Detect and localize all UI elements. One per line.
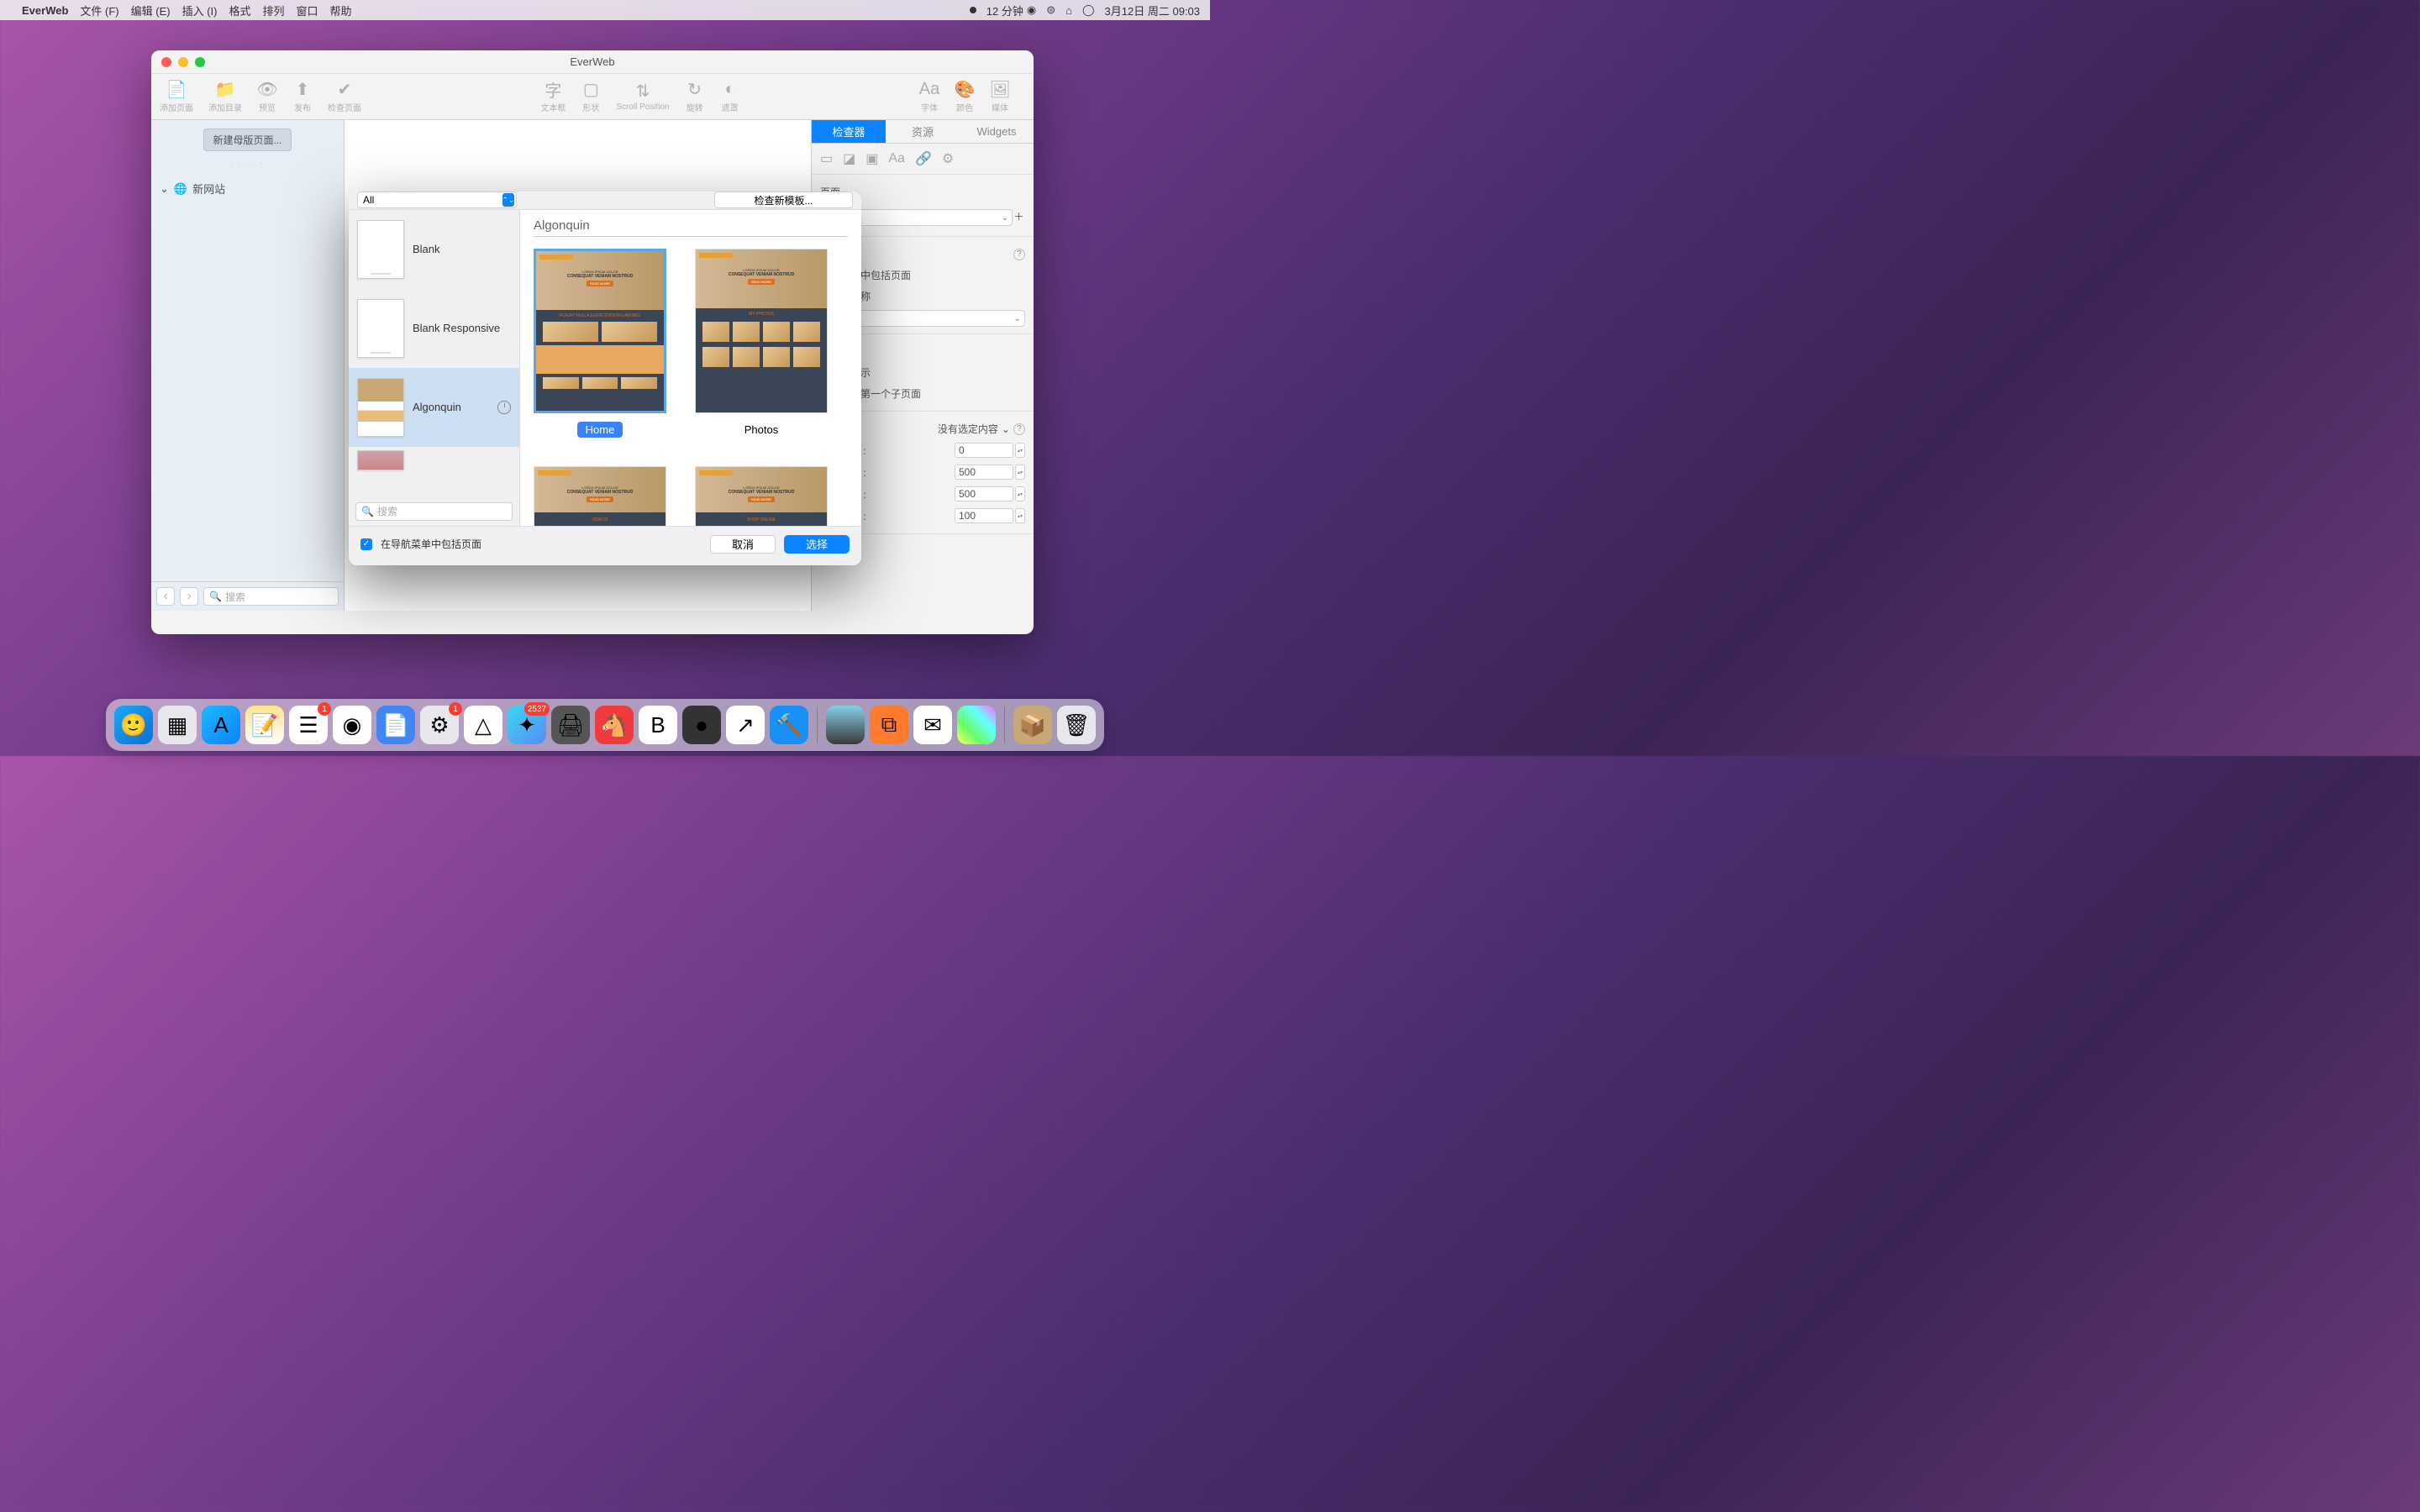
- dock-icon-photo[interactable]: [826, 706, 865, 744]
- dock: 🙂▦A📝☰1◉📄⚙1△✦2537🖨🐴B●↗🔨 ⧉✉ 📦🗑: [106, 699, 1104, 751]
- dock-icon-xcode[interactable]: 🔨: [770, 706, 808, 744]
- dock-icon-term[interactable]: ●: [682, 706, 721, 744]
- template-filter-dropdown[interactable]: All ⌃⌄: [357, 192, 517, 208]
- preview-label-home: Home: [577, 422, 623, 438]
- dock-icon-appstore[interactable]: A: [202, 706, 240, 744]
- preview-title: Algonquin: [534, 218, 848, 233]
- dock-icon-onenote[interactable]: 🐴: [595, 706, 634, 744]
- dock-icon-launchpad[interactable]: ▦: [158, 706, 197, 744]
- preview-home[interactable]: LOREM IPSUM DOLORCONSEQUAT VENIAM NOSTRU…: [534, 249, 666, 413]
- badge: 2537: [524, 702, 550, 716]
- template-item-blank-responsive[interactable]: Blank Responsive: [349, 289, 519, 368]
- dock-icon-settings[interactable]: ⚙1: [420, 706, 459, 744]
- dock-separator: [817, 706, 818, 743]
- template-picker-modal: All ⌃⌄ 检查新模板... Blank Blank Responsive: [349, 192, 861, 565]
- template-item-algonquin[interactable]: Algonquin: [349, 368, 519, 447]
- template-label: Blank: [413, 243, 511, 255]
- dock-icon-reminders[interactable]: ☰1: [289, 706, 328, 744]
- preview-photos[interactable]: LOREM IPSUM DOLORCONSEQUAT VENIAM NOSTRU…: [695, 249, 828, 413]
- preview-shop[interactable]: LOREM IPSUM DOLORCONSEQUAT VENIAM NOSTRU…: [695, 466, 828, 526]
- cancel-button[interactable]: 取消: [710, 535, 776, 554]
- dock-icon-chrome[interactable]: ◉: [333, 706, 371, 744]
- template-thumb: [357, 299, 404, 358]
- template-thumb: [357, 378, 404, 437]
- dock-icon-package[interactable]: 📦: [1013, 706, 1052, 744]
- template-label: Blank Responsive: [413, 322, 511, 334]
- dropdown-caret-icon: ⌃⌄: [502, 193, 514, 207]
- dock-icon-shortcuts[interactable]: ✦2537: [508, 706, 546, 744]
- include-nav-checkbox[interactable]: ✓: [360, 538, 372, 550]
- dock-icon-link[interactable]: ↗: [726, 706, 765, 744]
- preview-videos[interactable]: LOREM IPSUM DOLORCONSEQUAT VENIAM NOSTRU…: [534, 466, 666, 526]
- dock-icon-docs[interactable]: 📄: [376, 706, 415, 744]
- check-new-templates-button[interactable]: 检查新模板...: [714, 192, 853, 208]
- search-icon: 🔍: [361, 506, 374, 517]
- dock-icon-bold[interactable]: B: [639, 706, 677, 744]
- template-item-partial[interactable]: [349, 447, 519, 477]
- badge: 1: [318, 702, 331, 716]
- preview-label-photos: Photos: [736, 422, 786, 438]
- template-list: Blank Blank Responsive Algonquin: [349, 210, 520, 526]
- template-modal-overlay: All ⌃⌄ 检查新模板... Blank Blank Responsive: [0, 0, 1210, 756]
- template-search-input[interactable]: 🔍搜索: [355, 502, 513, 521]
- dock-icon-cloud[interactable]: △: [464, 706, 502, 744]
- include-nav-checkbox-label: 在导航菜单中包括页面: [381, 537, 481, 551]
- badge: 1: [449, 702, 462, 716]
- dock-icon-color[interactable]: [957, 706, 996, 744]
- dock-icon-trash[interactable]: 🗑: [1057, 706, 1096, 744]
- template-label: Algonquin: [413, 401, 489, 413]
- dock-icon-capture[interactable]: ⧉: [870, 706, 908, 744]
- dock-icon-mail[interactable]: ✉: [913, 706, 952, 744]
- template-item-blank[interactable]: Blank: [349, 210, 519, 289]
- select-button[interactable]: 选择: [784, 535, 850, 554]
- dock-icon-notes[interactable]: 📝: [245, 706, 284, 744]
- template-thumb: [357, 220, 404, 279]
- filter-value: All: [363, 194, 374, 206]
- dock-icon-print[interactable]: 🖨: [551, 706, 590, 744]
- template-preview-area: Algonquin LOREM IPSUM DOLORCONSEQUAT VEN…: [520, 210, 861, 526]
- template-thumb: [357, 450, 404, 470]
- dock-separator: [1004, 706, 1005, 743]
- downloading-icon: [497, 401, 511, 414]
- dock-icon-finder[interactable]: 🙂: [114, 706, 153, 744]
